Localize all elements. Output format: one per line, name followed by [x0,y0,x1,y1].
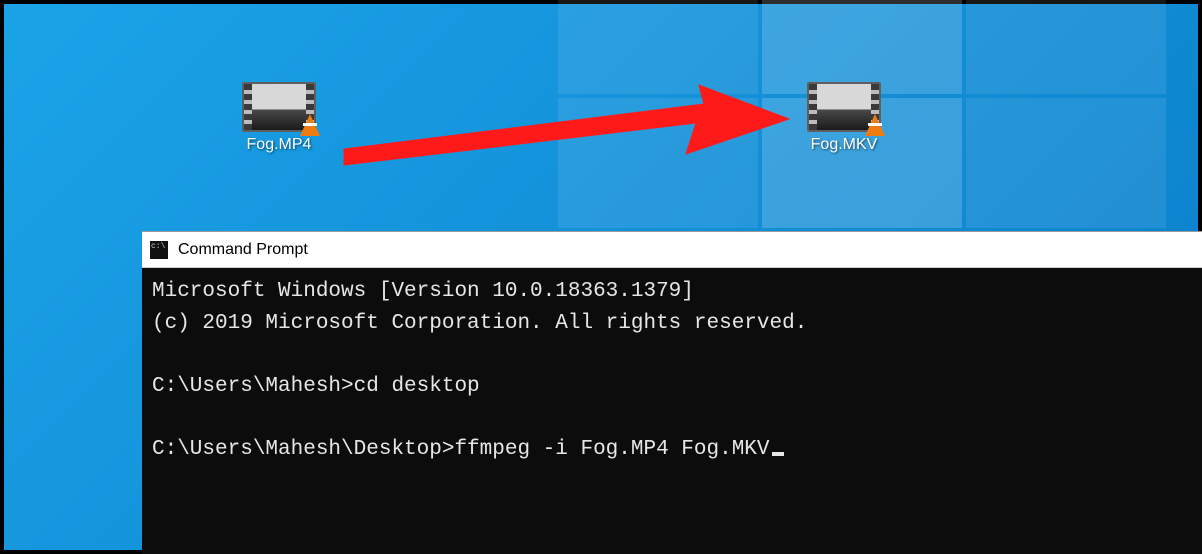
cmd-app-icon [150,241,168,259]
cmd-prompt: C:\Users\Mahesh\Desktop> [152,438,454,461]
desktop-file-mkv[interactable]: Fog.MKV [784,82,904,154]
video-file-icon [807,82,881,132]
cmd-title: Command Prompt [178,241,308,259]
cmd-line: Microsoft Windows [Version 10.0.18363.13… [152,280,694,303]
cmd-output[interactable]: Microsoft Windows [Version 10.0.18363.13… [142,268,1202,554]
desktop-file-label: Fog.MKV [784,136,904,154]
cmd-cursor [772,452,784,456]
video-file-icon [242,82,316,132]
cmd-line: (c) 2019 Microsoft Corporation. All righ… [152,312,807,335]
desktop-file-label: Fog.MP4 [219,136,339,154]
vlc-cone-icon [300,114,320,136]
annotation-arrow [334,79,794,169]
cmd-prompt: C:\Users\Mahesh> [152,375,354,398]
command-prompt-window[interactable]: Command Prompt Microsoft Windows [Versio… [142,231,1202,554]
vlc-cone-icon [865,114,885,136]
cmd-titlebar[interactable]: Command Prompt [142,232,1202,268]
desktop-file-mp4[interactable]: Fog.MP4 [219,82,339,154]
cmd-input: ffmpeg -i Fog.MP4 Fog.MKV [454,438,769,461]
cmd-input: cd desktop [354,375,480,398]
